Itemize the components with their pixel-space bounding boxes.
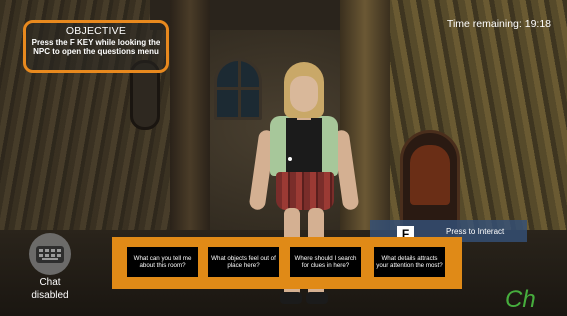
curtain-left	[170, 0, 210, 250]
keyboard-icon	[29, 233, 71, 275]
npc-shoe-left	[280, 292, 302, 304]
question-button-room[interactable]: What can you tell me about this room?	[127, 247, 198, 277]
time-remaining: Time remaining: 19:18	[446, 18, 551, 30]
interact-label: Press to Interact	[446, 226, 505, 236]
npc-skirt	[276, 172, 334, 210]
question-button-clues[interactable]: Where should I search for clues in here?	[290, 247, 361, 277]
objective-panel: OBJECTIVE Press the F KEY while looking …	[23, 20, 169, 73]
questions-menu: What can you tell me about this room? Wh…	[112, 237, 462, 289]
chat-status-line1: Chat	[39, 277, 61, 288]
npc-top	[286, 118, 322, 174]
npc-shoe-right	[306, 292, 328, 304]
objective-title: OBJECTIVE	[65, 25, 127, 37]
chat-status: Chat disabled	[24, 233, 76, 301]
question-button-details[interactable]: What details attracts your attention the…	[374, 247, 445, 277]
question-button-objects[interactable]: What objects feel out of place here?	[208, 247, 279, 277]
crosshair-dot	[288, 157, 292, 161]
npc-face	[290, 76, 318, 112]
objective-text: Press the F KEY while looking the NPC to…	[31, 38, 161, 56]
floor-graffiti: Ch	[505, 286, 536, 313]
chat-status-line2: disabled	[31, 290, 69, 301]
keyboard-icon-body	[36, 245, 64, 263]
armchair-cushion	[410, 145, 450, 205]
